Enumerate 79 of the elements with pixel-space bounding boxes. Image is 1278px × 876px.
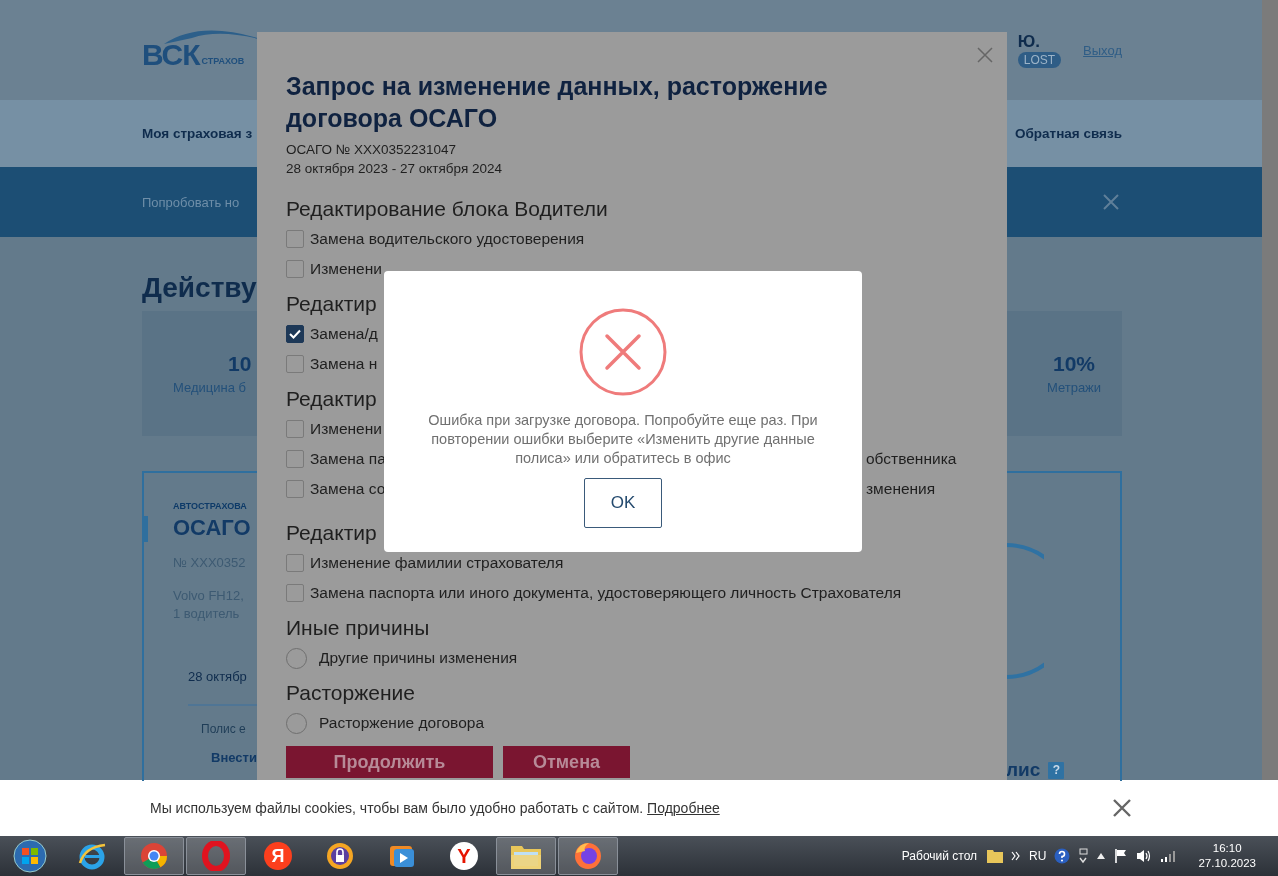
error-message: Ошибка при загрузке договора. Попробуйте еще раз. При повторении ошибки выберите «Изменить другие данные полиса» или обратитесь в офис xyxy=(427,411,819,468)
scrollbar[interactable] xyxy=(1262,0,1278,780)
letter-icon: Y xyxy=(450,842,478,870)
user-name: Ю. xyxy=(1017,32,1040,52)
policy-action-text: лис xyxy=(1006,759,1041,781)
flag-icon[interactable] xyxy=(1114,848,1129,864)
policy-note: Полис е xyxy=(201,722,246,736)
checkbox[interactable] xyxy=(286,420,304,438)
banner-text: Попробовать но xyxy=(142,194,240,210)
close-icon[interactable] xyxy=(1112,798,1132,818)
status-badge: LOST xyxy=(1017,52,1062,68)
desktop-label[interactable]: Рабочий стол xyxy=(901,849,978,863)
checkbox[interactable] xyxy=(286,480,304,498)
checkbox[interactable] xyxy=(286,584,304,602)
option-label: обственника xyxy=(866,450,958,468)
more-link[interactable]: Подробнее xyxy=(647,800,720,816)
section-heading: Расторжение xyxy=(286,680,415,706)
up-arrow-icon[interactable] xyxy=(1096,852,1107,860)
clock-date[interactable]: 27.10.2023 xyxy=(1198,856,1256,871)
policy-link[interactable]: Внести xyxy=(211,750,257,765)
checkbox[interactable] xyxy=(286,260,304,278)
section-heading: Редактирование блока Водители xyxy=(286,196,608,222)
nav-link[interactable]: Обратная связь xyxy=(1015,126,1122,141)
help-icon[interactable] xyxy=(1054,848,1071,864)
firefox-icon xyxy=(573,841,603,871)
option-label: Замена водительского удостоверения xyxy=(310,230,585,248)
continue-button[interactable]: Продолжить xyxy=(286,746,493,778)
cancel-button[interactable]: Отмена xyxy=(503,746,630,778)
option-label: Изменени xyxy=(310,260,382,278)
signal-icon[interactable] xyxy=(1160,850,1177,862)
taskbar-button[interactable] xyxy=(496,837,556,875)
language-indicator[interactable]: RU xyxy=(1029,849,1047,863)
window-icon[interactable] xyxy=(1078,848,1089,864)
option-label: Замена паспорта или иного документа, удостоверяющего личность Страхователя xyxy=(310,584,902,602)
checkbox[interactable] xyxy=(286,450,304,468)
checkbox[interactable] xyxy=(286,554,304,572)
help-icon[interactable]: ? xyxy=(1048,761,1065,779)
lock-icon xyxy=(325,841,355,871)
letter-icon: Я xyxy=(264,842,292,870)
checkbox[interactable] xyxy=(286,325,304,343)
option-label: Замена со xyxy=(310,480,386,498)
option-label: Изменени xyxy=(310,420,382,438)
section-heading: Иные причины xyxy=(286,615,430,641)
chrome-icon xyxy=(139,841,169,871)
letter-o-icon xyxy=(201,841,231,871)
option-label: Замена н xyxy=(310,355,378,373)
option-label: Изменение фамилии страхователя xyxy=(310,554,564,572)
section-heading: Редактир xyxy=(286,291,377,317)
stat-value: 10% xyxy=(1053,352,1095,376)
logo-subtitle: СТРАХОВ xyxy=(201,56,245,68)
policy-title: ОСАГО xyxy=(173,515,252,541)
option-label: Другие причины изменения xyxy=(318,649,518,667)
stat-value: 10 xyxy=(228,352,252,376)
policy-period: 28 октября 2023 - 27 октября 2024 xyxy=(286,160,503,178)
option-label: зменения xyxy=(866,480,937,498)
taskbar-button[interactable]: Y xyxy=(434,837,494,875)
clock-time[interactable]: 16:10 xyxy=(1212,841,1242,856)
checkbox[interactable] xyxy=(286,355,304,373)
taskbar-button[interactable]: Я xyxy=(248,837,308,875)
policy-category: АВТОСТРАХОВА xyxy=(173,501,248,511)
logo-text: ВСК xyxy=(142,40,200,70)
section-heading: Редактир xyxy=(286,520,377,546)
policy-number: ОСАГО № XXX0352231047 xyxy=(286,141,458,159)
section-heading: Редактир xyxy=(286,386,377,412)
cookie-message: Мы используем файлы cookies, чтобы вам было удобно работать с сайтом. Подробнее xyxy=(150,800,720,816)
start-orb-icon[interactable] xyxy=(13,839,47,873)
checkbox[interactable] xyxy=(286,230,304,248)
page-heading: Действу xyxy=(142,271,257,305)
progress-ring-icon xyxy=(1006,543,1044,679)
speaker-icon[interactable] xyxy=(1136,849,1153,863)
modal-title: Запрос на изменение данных, расторжение договора ОСАГО xyxy=(286,71,829,134)
nav-link[interactable]: Моя страховая з xyxy=(142,126,253,141)
error-icon xyxy=(578,307,668,397)
ok-button[interactable]: OK xyxy=(584,478,662,528)
folder-icon[interactable] xyxy=(987,849,1004,863)
letter-e-icon xyxy=(77,841,107,871)
option-label: Расторжение договора xyxy=(318,714,484,732)
option-label: Замена/д xyxy=(310,325,378,343)
chevron-icon[interactable] xyxy=(1011,851,1022,861)
